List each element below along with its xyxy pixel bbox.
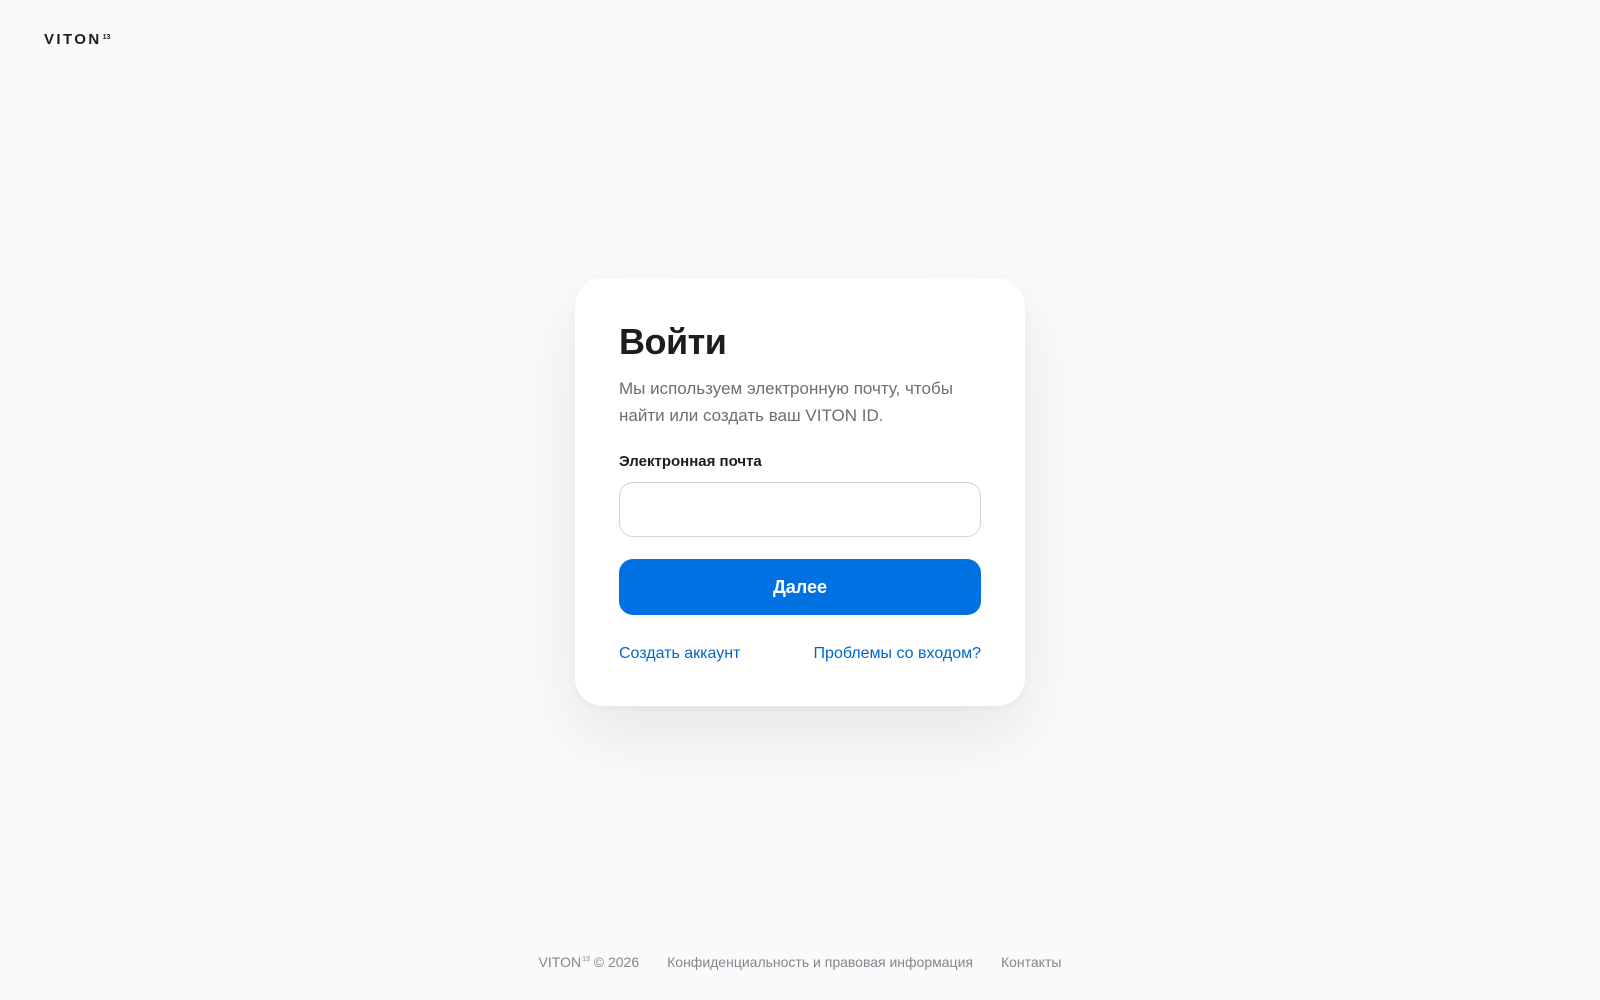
signin-description: Мы используем электронную почту, чтобы н… xyxy=(619,379,953,425)
signin-card: Войти Мы используем электронную почту, ч… xyxy=(575,278,1025,706)
privacy-legal-link[interactable]: Конфиденциальность и правовая информация xyxy=(667,953,973,971)
next-button[interactable]: Далее xyxy=(619,559,981,615)
contacts-link[interactable]: Контакты xyxy=(1001,953,1061,971)
create-account-link[interactable]: Создать аккаунт xyxy=(619,644,740,664)
footer-brand-superscript: 13 xyxy=(582,956,590,963)
logo-text: VITON xyxy=(44,31,102,48)
footer-copyright: VITON13 © 2026 xyxy=(539,953,640,971)
trouble-signing-in-link[interactable]: Проблемы со входом? xyxy=(814,644,981,664)
email-label: Электронная почта xyxy=(619,453,762,470)
footer-brand: VITON xyxy=(538,954,582,970)
footer-copyright-year: © 2026 xyxy=(593,954,640,970)
logo-superscript: 13 xyxy=(102,34,111,41)
viton-logo[interactable]: VITON13 xyxy=(44,31,110,49)
page-title: Войти xyxy=(619,321,727,362)
email-field[interactable] xyxy=(619,482,981,537)
signin-links: Создать аккаунт Проблемы со входом? xyxy=(619,644,981,664)
page-footer: VITON13 © 2026 Конфиденциальность и прав… xyxy=(0,953,1600,971)
